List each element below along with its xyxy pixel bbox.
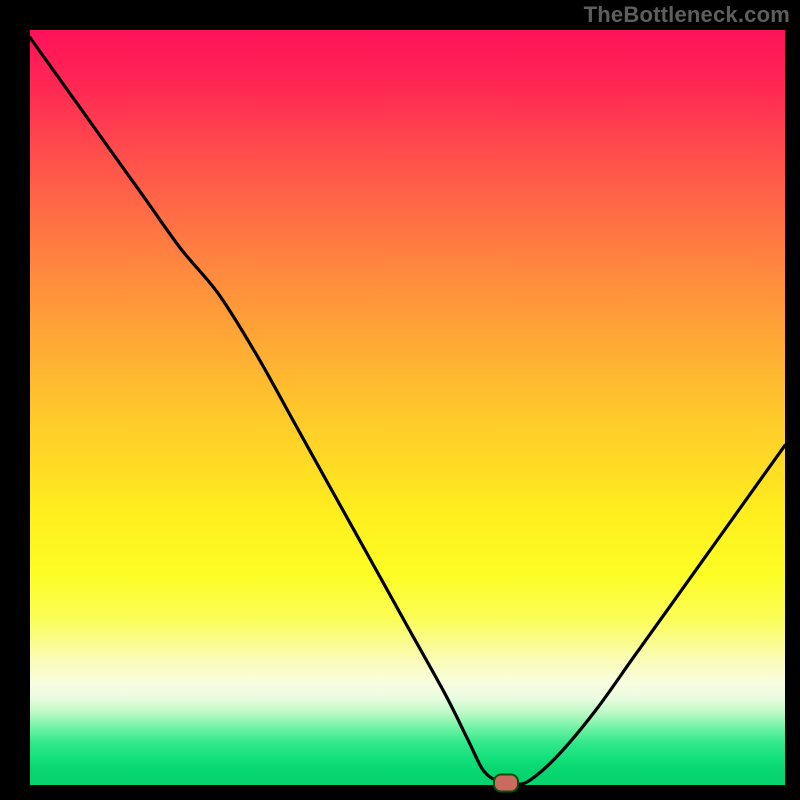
plot-area [30,30,785,785]
chart-frame: TheBottleneck.com [0,0,800,800]
attribution-text: TheBottleneck.com [584,2,790,28]
bottleneck-curve [30,30,785,785]
optimum-marker [493,774,519,793]
